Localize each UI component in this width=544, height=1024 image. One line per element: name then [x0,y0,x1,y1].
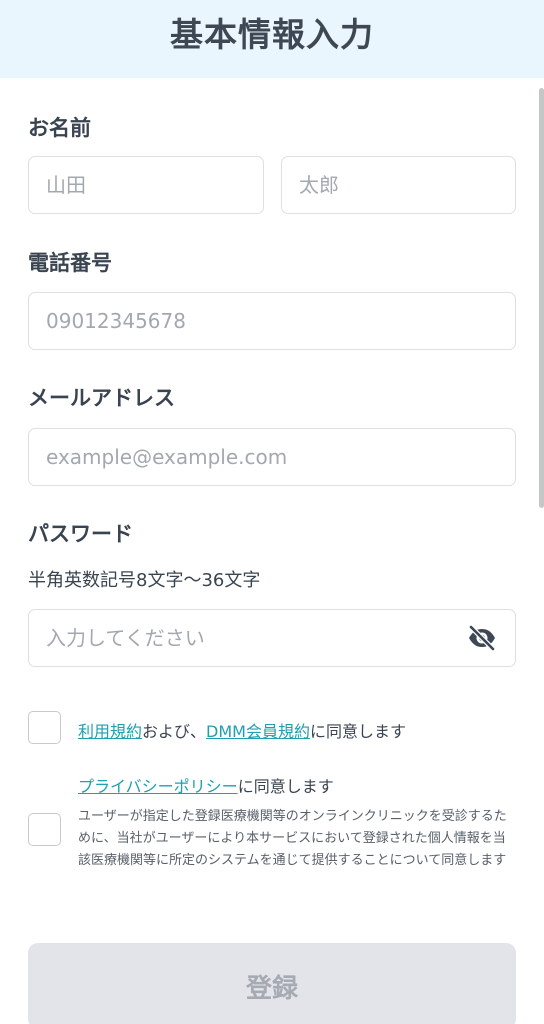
email-label: メールアドレス [28,386,175,410]
privacy-policy-link[interactable]: プライバシーポリシー [78,777,238,796]
terms-mid-text: および、 [142,722,207,741]
register-button[interactable]: 登録 [28,943,516,1024]
eye-off-icon[interactable] [467,624,497,652]
phone-label: 電話番号 [28,251,112,275]
privacy-agreement-text: プライバシーポリシーに同意します [78,773,334,797]
terms-agreement-text: 利用規約および、DMM会員規約に同意します [78,718,406,742]
page-header: 基本情報入力 [0,0,544,78]
scrollbar[interactable] [539,88,544,508]
dmm-terms-link[interactable]: DMM会員規約 [206,722,310,741]
privacy-note: ユーザーが指定した登録医療機関等のオンラインクリニックを受診するために、当社がユ… [78,809,507,868]
page-title: 基本情報入力 [170,15,374,54]
password-hint: 半角英数記号8文字〜36文字 [28,570,261,591]
password-field[interactable] [28,609,516,667]
terms-suffix-text: に同意します [309,722,406,741]
privacy-checkbox[interactable] [28,813,61,846]
last-name-input[interactable] [46,157,250,213]
password-label: パスワード [28,522,133,546]
password-input[interactable] [46,610,502,666]
email-input[interactable] [46,429,502,485]
terms-link[interactable]: 利用規約 [78,722,142,741]
email-field[interactable] [28,428,516,486]
name-label: お名前 [28,116,91,140]
first-name-field[interactable] [281,156,516,214]
privacy-suffix-text: に同意します [237,777,334,796]
phone-field[interactable] [28,292,516,350]
last-name-field[interactable] [28,156,264,214]
first-name-input[interactable] [299,157,502,213]
terms-checkbox[interactable] [28,711,61,744]
phone-input[interactable] [46,293,502,349]
